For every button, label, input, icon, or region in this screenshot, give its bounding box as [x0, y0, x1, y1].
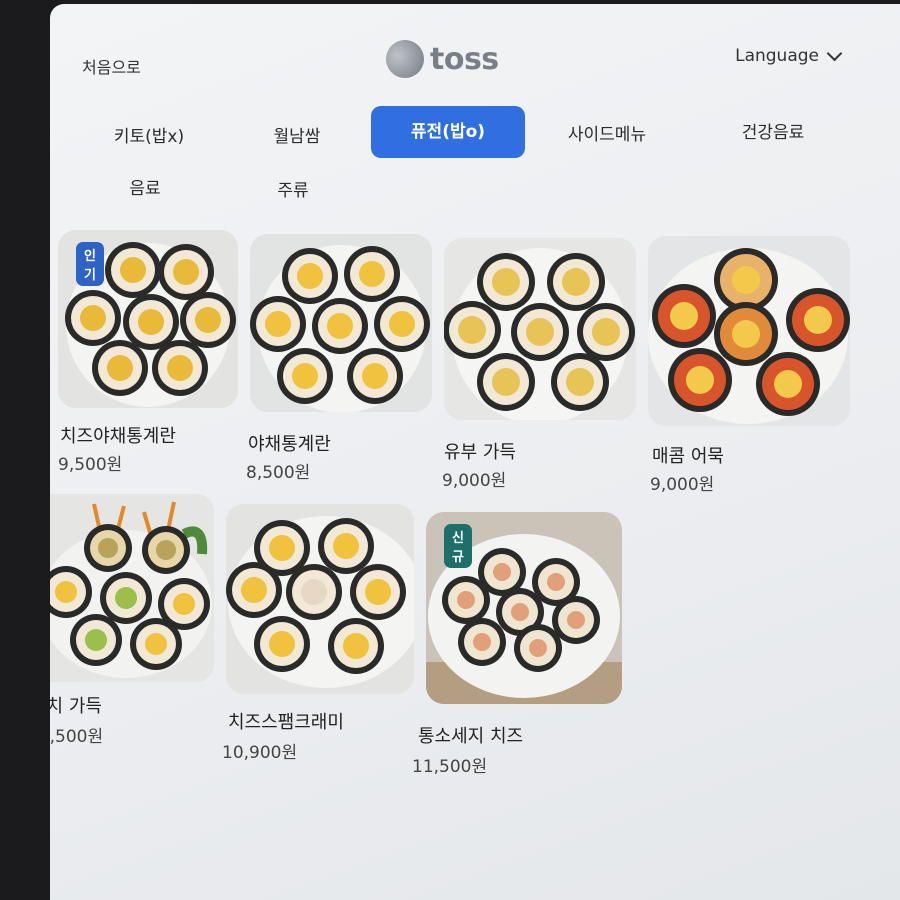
popular-badge: 인기	[76, 242, 104, 286]
menu-item-name: 치즈스팸크래미	[228, 712, 344, 733]
menu-item-price: 8,500원	[246, 463, 311, 483]
kimbap-photo	[50, 494, 214, 682]
kimbap-image	[250, 234, 432, 412]
tab-rice-paper[interactable]: 월남쌈	[222, 122, 372, 147]
language-label: Language	[735, 46, 819, 66]
menu-item-name: 치즈야채통계란	[60, 426, 176, 447]
kimbap-photo	[648, 236, 850, 426]
kimbap-photo	[250, 234, 432, 412]
menu-item-price: 11,500원	[412, 757, 488, 777]
menu-item-price: 9,500원	[58, 455, 123, 475]
chevron-down-icon	[826, 45, 843, 62]
toss-logo: toss	[380, 34, 499, 84]
tab-alcohol[interactable]: 주류	[218, 176, 368, 201]
menu-item-price: 10,900원	[222, 743, 298, 763]
tab-health-drinks[interactable]: 건강음료	[698, 118, 848, 143]
kimbap-photo	[226, 504, 414, 694]
language-selector[interactable]: Language	[735, 45, 843, 66]
tab-drinks[interactable]: 음료	[70, 174, 220, 199]
kimbap-image	[226, 504, 414, 694]
kiosk-screen: 처음으로 toss Language 키토(밥x) 월남쌈 퓨전(밥o) 사이드…	[50, 4, 900, 900]
logo-text: toss	[430, 41, 499, 77]
tab-fusion[interactable]: 퓨전(밥o)	[371, 106, 525, 158]
toss-logo-icon	[380, 34, 430, 84]
kimbap-image	[444, 238, 636, 420]
kimbap-photo	[444, 238, 636, 420]
menu-item-price: 9,000원	[442, 471, 507, 491]
kimbap-image	[648, 236, 850, 426]
tab-side-menu[interactable]: 사이드메뉴	[532, 120, 682, 145]
tab-keto[interactable]: 키토(밥x)	[74, 122, 224, 147]
menu-item-name: 참치 가득	[50, 696, 102, 717]
new-badge: 신규	[444, 524, 472, 568]
menu-item-price: 9,000원	[650, 475, 715, 495]
menu-item-name: 야채통계란	[248, 434, 331, 455]
menu-item-price: 10,500원	[50, 727, 104, 747]
kimbap-image	[50, 494, 214, 682]
home-button[interactable]: 처음으로	[82, 54, 141, 78]
menu-item-name: 유부 가득	[444, 442, 516, 463]
menu-item-name: 매콤 어묵	[652, 446, 724, 467]
menu-item-name: 통소세지 치즈	[418, 726, 524, 747]
